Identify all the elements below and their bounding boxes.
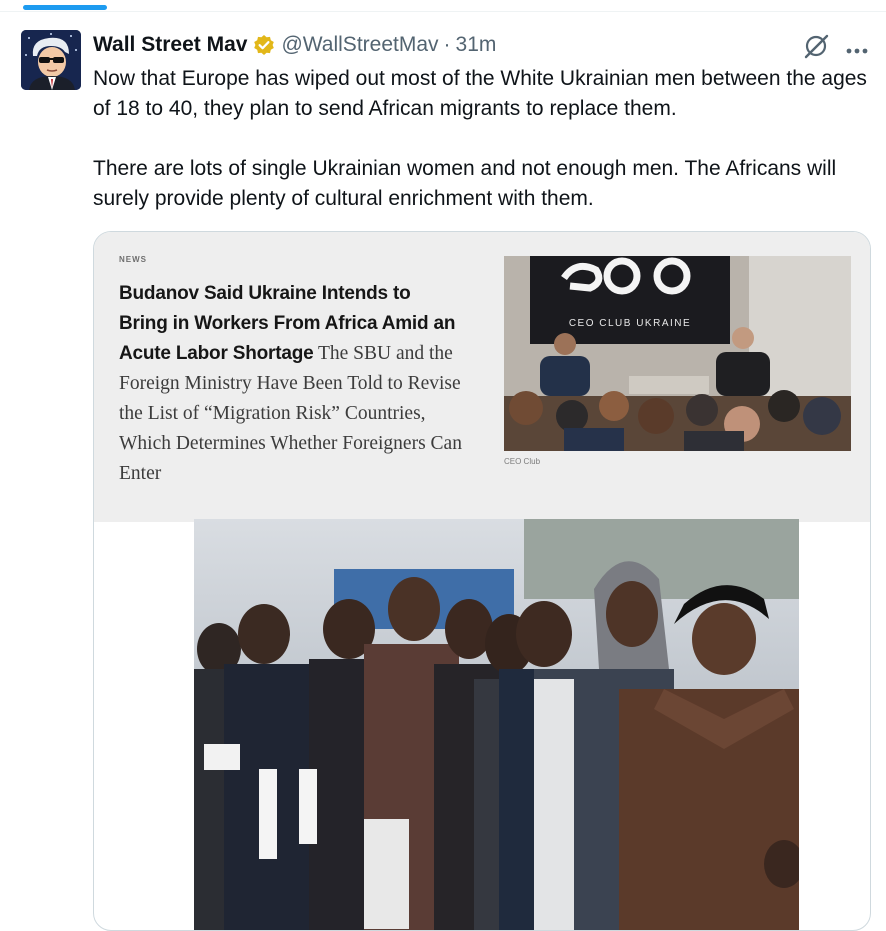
more-options-icon[interactable]	[845, 42, 869, 54]
article-screenshot: NEWS Budanov Said Ukraine Intends to Bri…	[94, 232, 870, 522]
divider	[0, 11, 886, 12]
main-photo[interactable]	[194, 519, 799, 930]
article-text: Budanov Said Ukraine Intends to Bring in…	[119, 279, 464, 489]
article-section-label: NEWS	[119, 255, 147, 264]
avatar-image	[21, 30, 81, 90]
avatar[interactable]	[21, 30, 81, 90]
author-handle[interactable]: @WallStreetMav	[281, 33, 438, 57]
tweet-header: Wall Street Mav @WallStreetMav · 31m	[93, 31, 496, 59]
media-card[interactable]: NEWS Budanov Said Ukraine Intends to Bri…	[93, 231, 871, 931]
verified-badge-icon[interactable]	[253, 34, 275, 56]
separator-dot: ·	[443, 33, 451, 56]
banner-text: CEO CLUB UKRAINE	[569, 318, 691, 329]
photo-credit: CEO Club	[504, 457, 541, 466]
tweet-text: Now that Europe has wiped out most of th…	[93, 64, 879, 214]
active-tab-indicator	[23, 5, 107, 10]
article-subhead: The SBU and the Foreign Ministry Have Be…	[119, 343, 462, 484]
author-name[interactable]: Wall Street Mav	[93, 33, 247, 57]
tweet-paragraph: There are lots of single Ukrainian women…	[93, 157, 837, 210]
grok-icon[interactable]	[802, 32, 830, 60]
tweet-paragraph: Now that Europe has wiped out most of th…	[93, 67, 867, 120]
article-photo: CEO CLUB UKRAINE	[504, 256, 851, 451]
timestamp[interactable]: 31m	[456, 33, 497, 57]
